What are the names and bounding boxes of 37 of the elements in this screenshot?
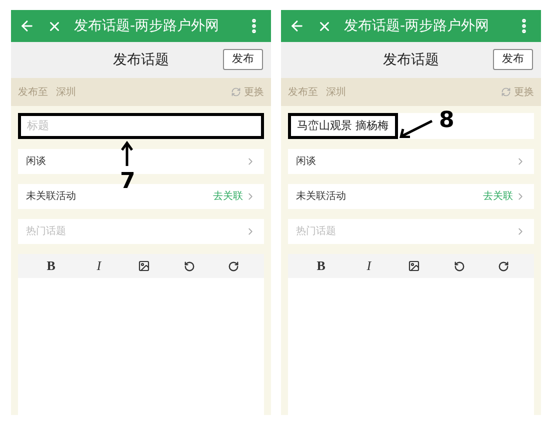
back-icon[interactable] [19,18,35,34]
row-label: 未关联活动 [26,190,76,204]
redo-icon[interactable] [228,260,240,272]
title-text: 马峦山观景 摘杨梅 [288,112,398,140]
annotation-arrow [121,141,133,167]
refresh-icon [231,87,241,97]
row-label: 闲谈 [296,155,316,169]
italic-button[interactable]: I [362,256,376,276]
italic-button[interactable]: I [92,256,106,276]
title-placeholder: 标题 [27,118,49,134]
page-title: 发布话题 [113,50,169,70]
location-label: 发布至 [18,86,48,100]
bold-button[interactable]: B [312,256,330,276]
annotation-number: 8 [439,110,454,132]
row-label: 闲谈 [26,155,46,169]
window-title: 发布话题-两步路户外网 [74,16,220,36]
location-value: 深圳 [56,86,77,100]
bold-button[interactable]: B [42,256,60,276]
page-title: 发布话题 [383,50,439,70]
undo-icon[interactable] [454,260,465,272]
option-row[interactable]: 闲谈 [288,149,534,174]
refresh-icon [501,87,511,97]
row-label: 热门话题 [26,224,66,239]
image-icon[interactable] [138,260,150,272]
publish-button[interactable]: 发布 [223,49,263,70]
annotation-arrow [399,120,433,138]
option-row[interactable]: 未关联活动 去关联 [288,184,534,209]
image-icon[interactable] [408,260,420,272]
location-label: 发布至 [288,86,318,100]
redo-icon[interactable] [498,260,510,272]
undo-icon[interactable] [184,260,195,272]
row-label: 热门话题 [296,224,336,239]
back-icon[interactable] [289,18,305,34]
window-title: 发布话题-两步路户外网 [344,16,490,36]
location-value: 深圳 [326,86,347,100]
row-label: 未关联活动 [296,190,346,204]
publish-button[interactable]: 发布 [493,49,533,70]
